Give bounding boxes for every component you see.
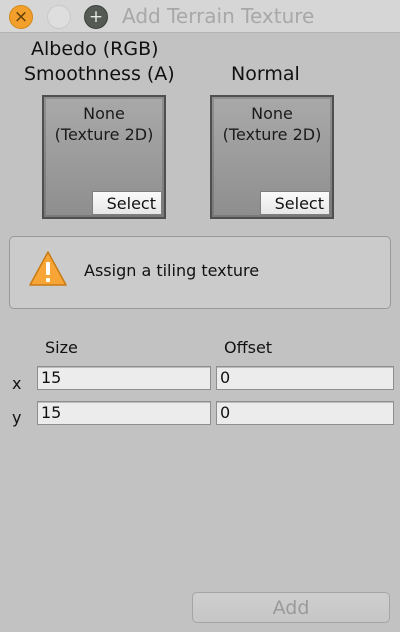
normal-select-button[interactable]: Select: [260, 191, 330, 215]
normal-label: Normal: [231, 63, 300, 85]
warning-message: Assign a tiling texture: [84, 261, 260, 280]
albedo-texture-slot[interactable]: None (Texture 2D) Select: [42, 95, 166, 219]
add-terrain-texture-window: × + Add Terrain Texture Albedo (RGB) Smo…: [0, 0, 400, 632]
warning-icon: [29, 251, 67, 286]
offset-header: Offset: [224, 338, 273, 357]
albedo-slot-none: None: [83, 104, 125, 123]
warning-help-box: Assign a tiling texture: [9, 236, 391, 309]
title-bar: × + Add Terrain Texture: [0, 0, 400, 33]
normal-texture-slot[interactable]: None (Texture 2D) Select: [210, 95, 334, 219]
albedo-slot-text: None (Texture 2D): [46, 103, 162, 145]
albedo-slot-type: (Texture 2D): [54, 125, 154, 144]
offset-y-field[interactable]: 0: [216, 401, 394, 425]
normal-slot-text: None (Texture 2D): [214, 103, 330, 145]
size-x-field[interactable]: 15: [37, 366, 211, 390]
albedo-texture-preview: None (Texture 2D) Select: [46, 99, 162, 215]
plus-icon: +: [88, 6, 104, 27]
size-header: Size: [45, 338, 78, 357]
normal-texture-preview: None (Texture 2D) Select: [214, 99, 330, 215]
albedo-select-button[interactable]: Select: [92, 191, 162, 215]
y-row-label: y: [12, 408, 22, 427]
offset-x-field[interactable]: 0: [216, 366, 394, 390]
albedo-label: Albedo (RGB): [31, 38, 159, 60]
close-icon: ×: [13, 6, 29, 27]
window-title: Add Terrain Texture: [122, 4, 315, 28]
normal-slot-type: (Texture 2D): [222, 125, 322, 144]
minimize-button[interactable]: [47, 5, 71, 29]
x-row-label: x: [12, 374, 22, 393]
normal-slot-none: None: [251, 104, 293, 123]
zoom-button[interactable]: +: [84, 5, 108, 29]
smoothness-label: Smoothness (A): [24, 63, 175, 85]
size-y-field[interactable]: 15: [37, 401, 211, 425]
close-button[interactable]: ×: [9, 5, 33, 29]
add-button[interactable]: Add: [192, 592, 390, 623]
